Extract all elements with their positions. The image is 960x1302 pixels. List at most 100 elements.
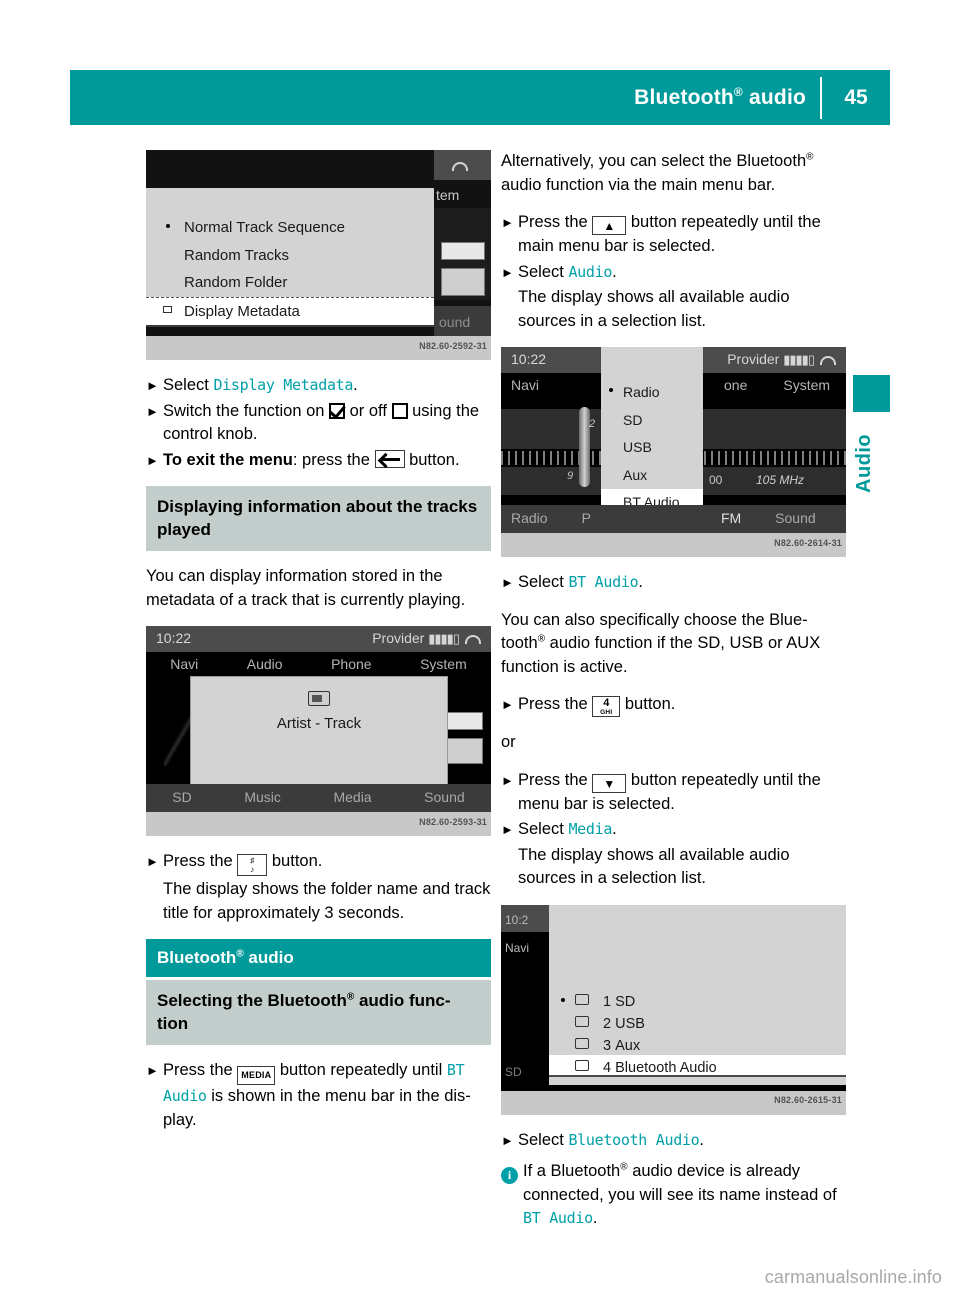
step-marker-icon: ► [146,1063,159,1078]
sd-card-icon [575,993,589,1005]
menu-tab-system: System [783,377,831,394]
function-tab-music: Music [244,789,281,806]
page-number: 45 [844,85,868,109]
ui-term-bt-audio: BT Audio [163,1061,465,1105]
metadata-text: Artist - Track [276,715,362,732]
info-icon: i [501,1160,523,1184]
down-arrow-button-icon: ▼ [592,773,627,793]
step-exit-menu: ► To exit the menu: press the button. [146,449,491,473]
figure2-status-bar: 10:22 Provider ▮▮▮▮▯ [146,626,491,652]
checkbox-checked-icon [329,402,346,419]
list-item: Aux [623,466,648,483]
provider-label: Provider [372,630,425,647]
step-marker-icon: ► [501,575,514,590]
step-select-bluetooth-audio: ► Select Bluetooth Audio. [501,1129,846,1153]
step-result-text: The display shows all available audio so… [518,845,790,888]
function-tab-radio: Radio [511,510,548,527]
aux-icon [575,1037,589,1049]
menu-tab-navi: Navi [511,377,540,394]
paragraph-metadata-intro: You can display information stored in th… [146,567,466,609]
figure4-caption: N82.60-2615-31 [774,1095,842,1105]
figure4-source-list: 1 SD 2 USB 3 Aux 4 Bluetooth Audio [549,904,846,1085]
steps-group-r3: ► Press the 4 GHI button. [501,693,846,717]
ui-term-audio: Audio [568,262,613,281]
step-result-text: The display shows all available audio so… [518,288,790,330]
provider-label: Provider [727,351,780,368]
menu-tab-navi: Navi [170,656,199,673]
paragraph-alternative-intro: Alternatively, you can select the Blueto… [501,151,814,194]
ui-term-bt-audio: BT Audio [523,1209,593,1227]
ui-term-bluetooth-audio: Bluetooth Audio [568,1130,700,1149]
step-marker-icon: ► [146,854,159,869]
figure3-screen: 10:22 Provider ▮▮▮▮▯ Navi one System 2 9… [501,347,846,533]
step-audio-result: The display shows all available audio so… [501,286,846,333]
step-select-media: ► Select Media. [501,818,846,842]
steps-group-1: ► Select Display Metadata. ► Switch the … [146,374,491,472]
menu-tab-audio: Audio [246,656,283,673]
figure1-screen: tem ound Normal Track Sequence Random Tr… [146,150,491,336]
step-bold-lead: To exit the menu [163,450,293,469]
section-heading-selecting-bt-audio: Selecting the Bluetooth® audio func-tion [146,980,491,1045]
signal-bars-icon: ▮▮▮▮▯ [783,352,815,368]
figure2-function-bar: SD Music Media Sound [146,784,491,812]
step-switch-function: ► Switch the function on or off using th… [146,401,480,444]
figure3-function-bar: Radio P FM Sound [501,505,846,533]
selected-dot-icon [609,388,613,392]
figure1-caption: N82.60-2592-31 [419,340,487,351]
step-marker-icon: ► [501,772,514,788]
checkbox-unchecked-icon [391,402,408,419]
list-item-selected: 4 Bluetooth Audio [549,1054,846,1077]
phone-icon [446,154,468,178]
page-header: Bluetooth® audio 45 [70,70,890,125]
preset-number: 2 [589,418,596,430]
list-item: USB [623,439,652,455]
registered-mark: ® [537,633,546,645]
clock-label: 10:2 [501,904,549,932]
figure-metadata-popup: 10:22 Provider ▮▮▮▮▯ Navi Audio Phone Sy… [146,626,491,836]
menu-tab-system: System [420,656,467,673]
section-heading-bluetooth-audio: Bluetooth® audio [146,939,491,977]
partial-frequency: 00 [709,473,723,487]
clock-label: 10:22 [156,630,192,647]
signal-bars-icon: ▮▮▮▮▯ [428,631,460,647]
volume-indicator-a [443,712,483,730]
list-item: Normal Track Sequence [146,214,434,242]
frequency-label: 105 MHz [755,473,804,487]
registered-mark: ® [733,84,743,99]
function-tab-sd: SD [505,1065,522,1079]
preset-number: 9 [567,470,574,482]
left-column: tem ound Normal Track Sequence Random Tr… [146,150,491,1146]
figure-track-sequence-menu: tem ound Normal Track Sequence Random Tr… [146,150,491,360]
back-button-icon [374,449,405,468]
menu-tab-phone-partial: one [724,377,748,394]
figure-audio-source-list: 10:22 Provider ▮▮▮▮▯ Navi one System 2 9… [501,347,846,557]
volume-indicator-a [441,242,485,260]
step-marker-icon: ► [501,264,514,280]
phone-icon [465,635,481,645]
volume-indicator-b [441,268,485,296]
step-press-media-button: ► Press the MEDIA button repeatedly unti… [146,1061,471,1129]
registered-mark: ® [236,948,244,960]
keypad-4-ghi-button-icon: 4 GHI [592,696,621,717]
steps-group-2: ► Press the ♯ ♪ button. The display shows… [146,850,491,925]
figure1-option-list: Normal Track Sequence Random Tracks Rand… [146,188,434,327]
step-select-bt-audio: ► Select BT Audio. [501,571,846,595]
figure2-caption: N82.60-2593-31 [419,816,487,827]
site-watermark: carmanualsonline.info [764,1267,942,1287]
selected-dot-icon [166,224,170,228]
menu-tab-navi: Navi [505,941,530,955]
metadata-icon [163,305,172,313]
figure3-caption: N82.60-2614-31 [774,537,842,548]
figure-numbered-source-list: 10:2 Navi SD 1 SD 2 USB 3 Aux 4 Bluetoot… [501,904,846,1115]
figure2-main-menu-bar: Navi Audio Phone System [146,652,491,678]
bluetooth-audio-icon [575,1059,589,1071]
music-note-button-icon: ♯ ♪ [237,854,268,876]
selected-dot-icon [561,997,565,1002]
figure1-partial-tab-system: tem [436,187,460,203]
volume-indicator-b [443,738,483,764]
list-item: Random Folder [184,274,288,291]
list-item-selected: Display Metadata [146,296,434,327]
figure1-partial-tab-sound: ound [439,314,471,330]
menu-tab-phone: Phone [331,656,372,673]
list-item: 3 Aux [549,1033,846,1055]
